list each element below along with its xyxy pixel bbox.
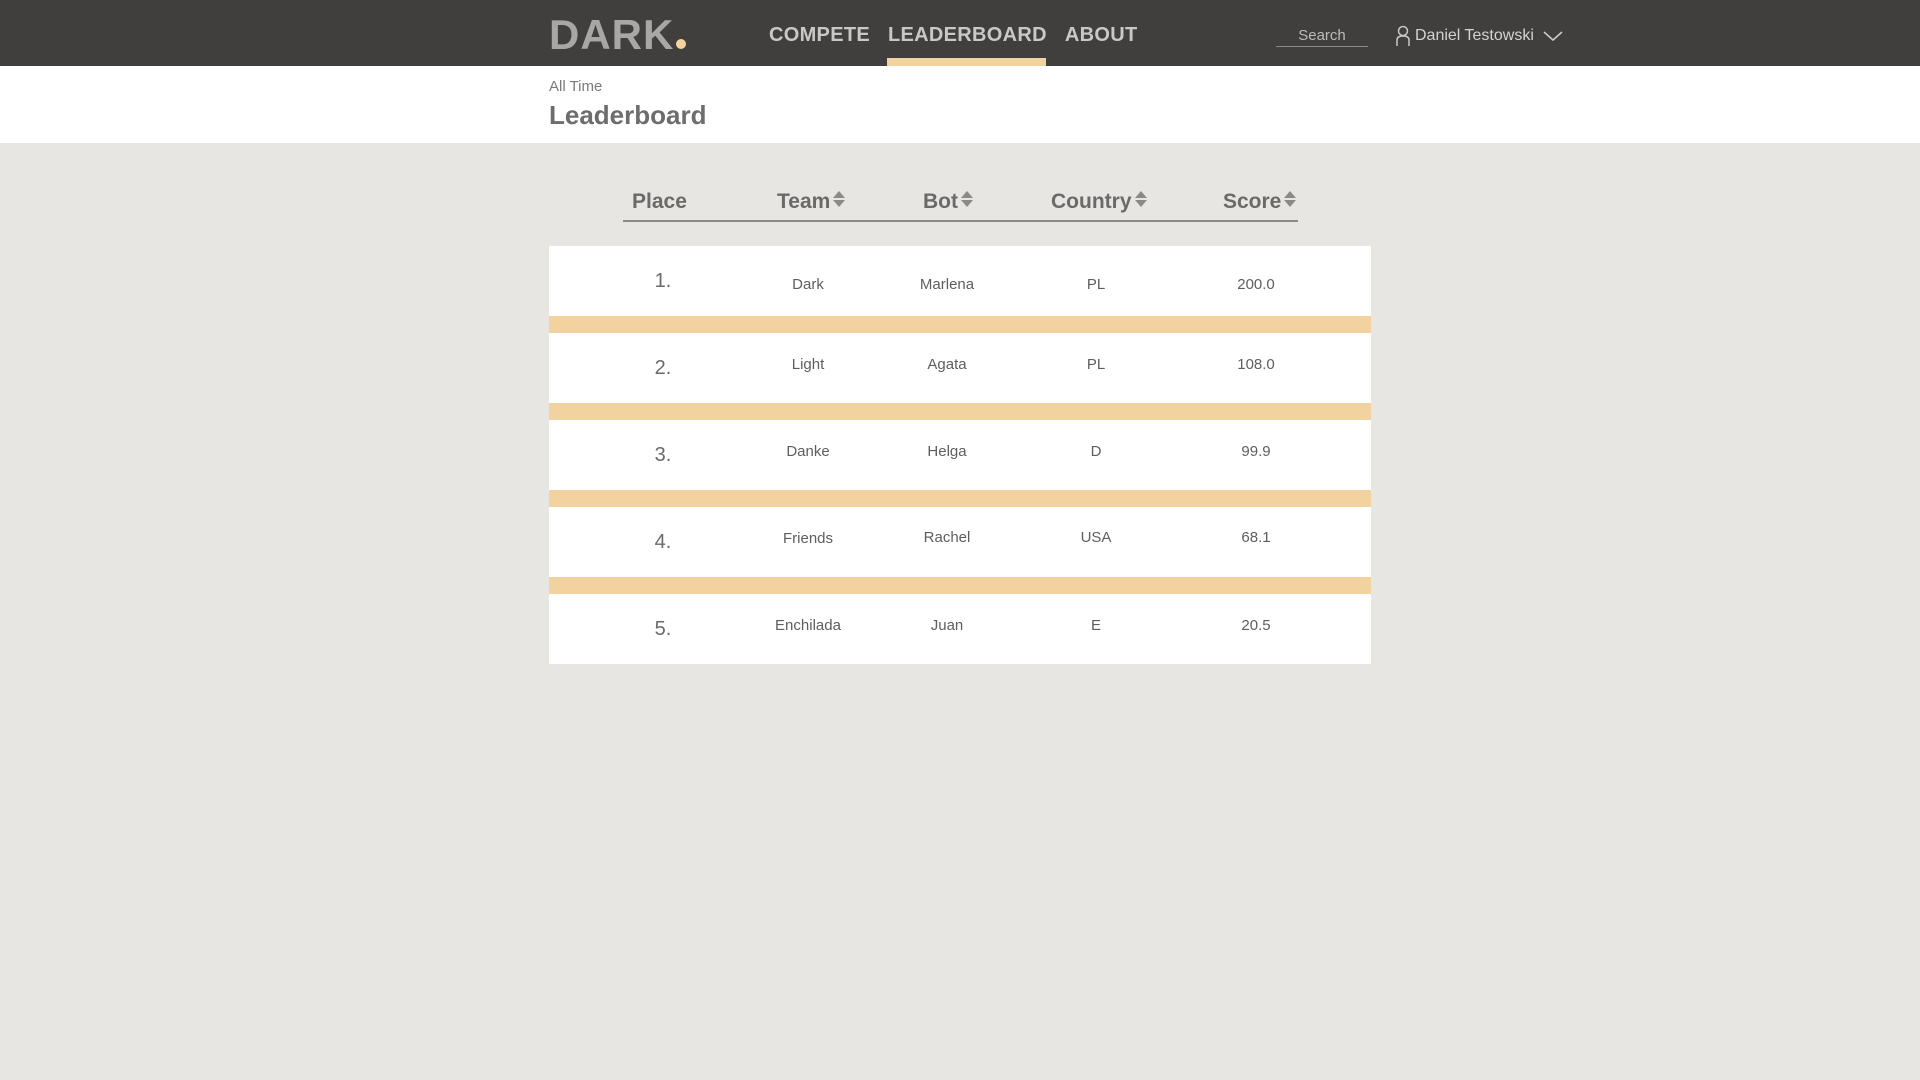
- main-nav: COMPETE LEADERBOARD ABOUT: [760, 0, 1146, 66]
- top-navbar: DARK COMPETE LEADERBOARD ABOUT Daniel Te…: [0, 0, 1920, 66]
- sort-icon[interactable]: [960, 190, 974, 214]
- page-title: Leaderboard: [549, 100, 707, 130]
- cell-bot: Marlena: [919, 276, 975, 293]
- cell-score: 108.0: [1237, 356, 1275, 373]
- leaderboard-table-body: 1. Dark Marlena PL 200.0 2. Light Agata …: [549, 246, 1371, 664]
- cell-place: 3.: [654, 444, 672, 466]
- page-subtitle: All Time: [549, 78, 603, 95]
- table-row[interactable]: 2. Light Agata PL 108.0: [549, 333, 1371, 403]
- cell-bot: Agata: [927, 356, 967, 373]
- column-header-label: Country: [1051, 190, 1132, 213]
- column-header-label: Score: [1223, 190, 1282, 213]
- cell-score: 200.0: [1237, 276, 1275, 293]
- sort-icon[interactable]: [1134, 190, 1148, 214]
- nav-item-label: LEADERBOARD: [888, 24, 1047, 46]
- cell-place: 5.: [654, 618, 672, 640]
- table-row[interactable]: 3. Danke Helga D 99.9: [549, 420, 1371, 490]
- nav-item-leaderboard[interactable]: LEADERBOARD: [879, 0, 1056, 66]
- cell-country: E: [1090, 617, 1102, 634]
- cell-place: 1.: [654, 270, 672, 292]
- brand-name: DARK: [549, 11, 675, 58]
- sort-icon[interactable]: [1283, 190, 1297, 214]
- user-icon: [1395, 25, 1411, 47]
- column-header-team[interactable]: Team: [777, 190, 846, 214]
- cell-team: Light: [791, 356, 825, 373]
- table-row[interactable]: 1. Dark Marlena PL 200.0: [549, 246, 1371, 316]
- cell-bot: Rachel: [923, 529, 971, 546]
- cell-team: Danke: [786, 443, 830, 460]
- cell-team: Dark: [792, 276, 824, 293]
- column-header-label: Place: [632, 190, 687, 213]
- column-header-place: Place: [632, 190, 687, 214]
- row-separator: [549, 403, 1371, 420]
- leaderboard-table-header: Place Team Bot Country Score: [623, 190, 1298, 222]
- column-header-score[interactable]: Score: [1223, 190, 1297, 214]
- search-input[interactable]: [1276, 24, 1368, 47]
- cell-score: 99.9: [1241, 443, 1271, 460]
- column-header-label: Team: [777, 190, 831, 213]
- cell-score: 68.1: [1241, 529, 1271, 546]
- row-separator: [549, 490, 1371, 507]
- user-menu[interactable]: Daniel Testowski: [1395, 22, 1564, 50]
- nav-item-label: ABOUT: [1064, 24, 1138, 46]
- cell-place: 2.: [654, 357, 672, 379]
- cell-bot: Helga: [927, 443, 967, 460]
- table-row[interactable]: 5. Enchilada Juan E 20.5: [549, 594, 1371, 664]
- cell-country: PL: [1086, 276, 1106, 293]
- cell-country: D: [1090, 443, 1102, 460]
- cell-team: Friends: [782, 530, 834, 547]
- cell-place: 4.: [654, 531, 672, 553]
- nav-item-about[interactable]: ABOUT: [1056, 0, 1147, 66]
- nav-item-compete[interactable]: COMPETE: [760, 0, 879, 66]
- chevron-down-icon[interactable]: [1542, 29, 1564, 43]
- row-separator: [549, 577, 1371, 594]
- column-header-label: Bot: [923, 190, 958, 213]
- sort-icon[interactable]: [832, 190, 846, 214]
- brand-logo[interactable]: DARK: [549, 11, 687, 58]
- row-separator: [549, 316, 1371, 333]
- active-nav-indicator: [887, 58, 1046, 66]
- page-header: All Time Leaderboard: [0, 66, 1920, 143]
- cell-team: Enchilada: [775, 617, 841, 634]
- brand-dot: [676, 39, 687, 49]
- nav-item-label: COMPETE: [769, 24, 870, 46]
- user-name: Daniel Testowski: [1415, 27, 1534, 44]
- cell-country: PL: [1086, 356, 1106, 373]
- table-row[interactable]: 4. Friends Rachel USA 68.1: [549, 507, 1371, 577]
- column-header-bot[interactable]: Bot: [923, 190, 974, 214]
- cell-country: USA: [1080, 529, 1112, 546]
- cell-score: 20.5: [1241, 617, 1271, 634]
- column-header-country[interactable]: Country: [1051, 190, 1148, 214]
- cell-bot: Juan: [930, 617, 964, 634]
